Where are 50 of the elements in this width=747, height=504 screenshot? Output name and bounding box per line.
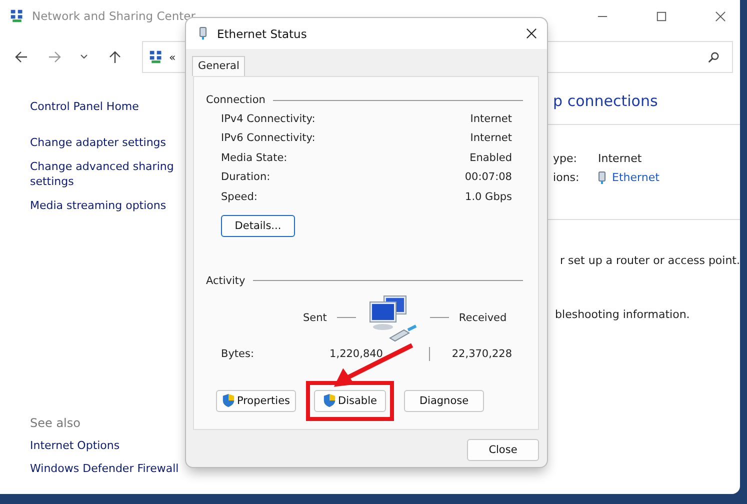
group-heading: Connection [206, 94, 266, 106]
chevron-down-icon[interactable] [80, 53, 88, 61]
status-label: Speed: [221, 190, 258, 203]
up-arrow-icon[interactable] [108, 50, 122, 64]
see-also-heading: See also [30, 416, 82, 430]
info-label: ions: [553, 171, 580, 184]
maximize-icon[interactable] [656, 10, 667, 22]
search-icon[interactable] [707, 50, 720, 64]
description-text: bleshooting information. [555, 308, 691, 321]
action-button[interactable]: Properties [216, 390, 296, 412]
section-heading: p connections [553, 92, 659, 110]
sidebar-link[interactable]: Media streaming options [30, 198, 180, 213]
bytes-sent: 1,220,840 [328, 348, 383, 360]
bytes-label: Bytes: [221, 348, 256, 360]
bytes-received: 22,370,228 [450, 348, 512, 360]
action-button[interactable]: Diagnose [404, 390, 484, 412]
status-label: Media State: [221, 152, 288, 164]
status-value: 00:07:08 [464, 171, 512, 184]
dialog-title: Ethernet Status [217, 26, 307, 40]
close-button[interactable]: Close [467, 439, 539, 461]
ethernet-link[interactable]: Ethernet [612, 171, 660, 184]
network-icon [10, 9, 24, 23]
shield-icon [323, 393, 336, 408]
back-arrow-icon[interactable] [14, 50, 28, 64]
sent-label: Sent [303, 312, 327, 324]
status-value: Internet [470, 112, 512, 125]
received-label: Received [458, 312, 507, 324]
description-text: r set up a router or access point. [560, 254, 740, 267]
status-label: IPv4 Connectivity: [221, 112, 316, 125]
ethernet-plug-icon [199, 26, 207, 41]
ethernet-plug-icon [598, 170, 606, 184]
status-label: Duration: [221, 171, 270, 184]
sidebar-link[interactable]: Change adapter settings [30, 135, 180, 150]
group-heading: Activity [206, 274, 246, 286]
status-value: 1.0 Gbps [465, 190, 512, 203]
network-icon [149, 50, 163, 64]
tab[interactable]: General [192, 56, 246, 76]
info-value: Internet [598, 152, 642, 165]
close-icon[interactable] [715, 10, 726, 22]
close-icon[interactable] [526, 28, 537, 39]
details-button[interactable]: Details... [221, 214, 295, 236]
sidebar-link[interactable]: Change advanced sharing settings [30, 159, 180, 189]
forward-arrow-icon[interactable] [48, 50, 62, 64]
action-button[interactable]: Disable [314, 390, 386, 412]
status-value: Internet [470, 132, 512, 144]
status-label: IPv6 Connectivity: [221, 132, 316, 144]
shield-icon [222, 393, 235, 408]
address-text: « [169, 50, 176, 64]
info-label: ype: [553, 152, 578, 165]
status-value: Enabled [470, 152, 512, 164]
